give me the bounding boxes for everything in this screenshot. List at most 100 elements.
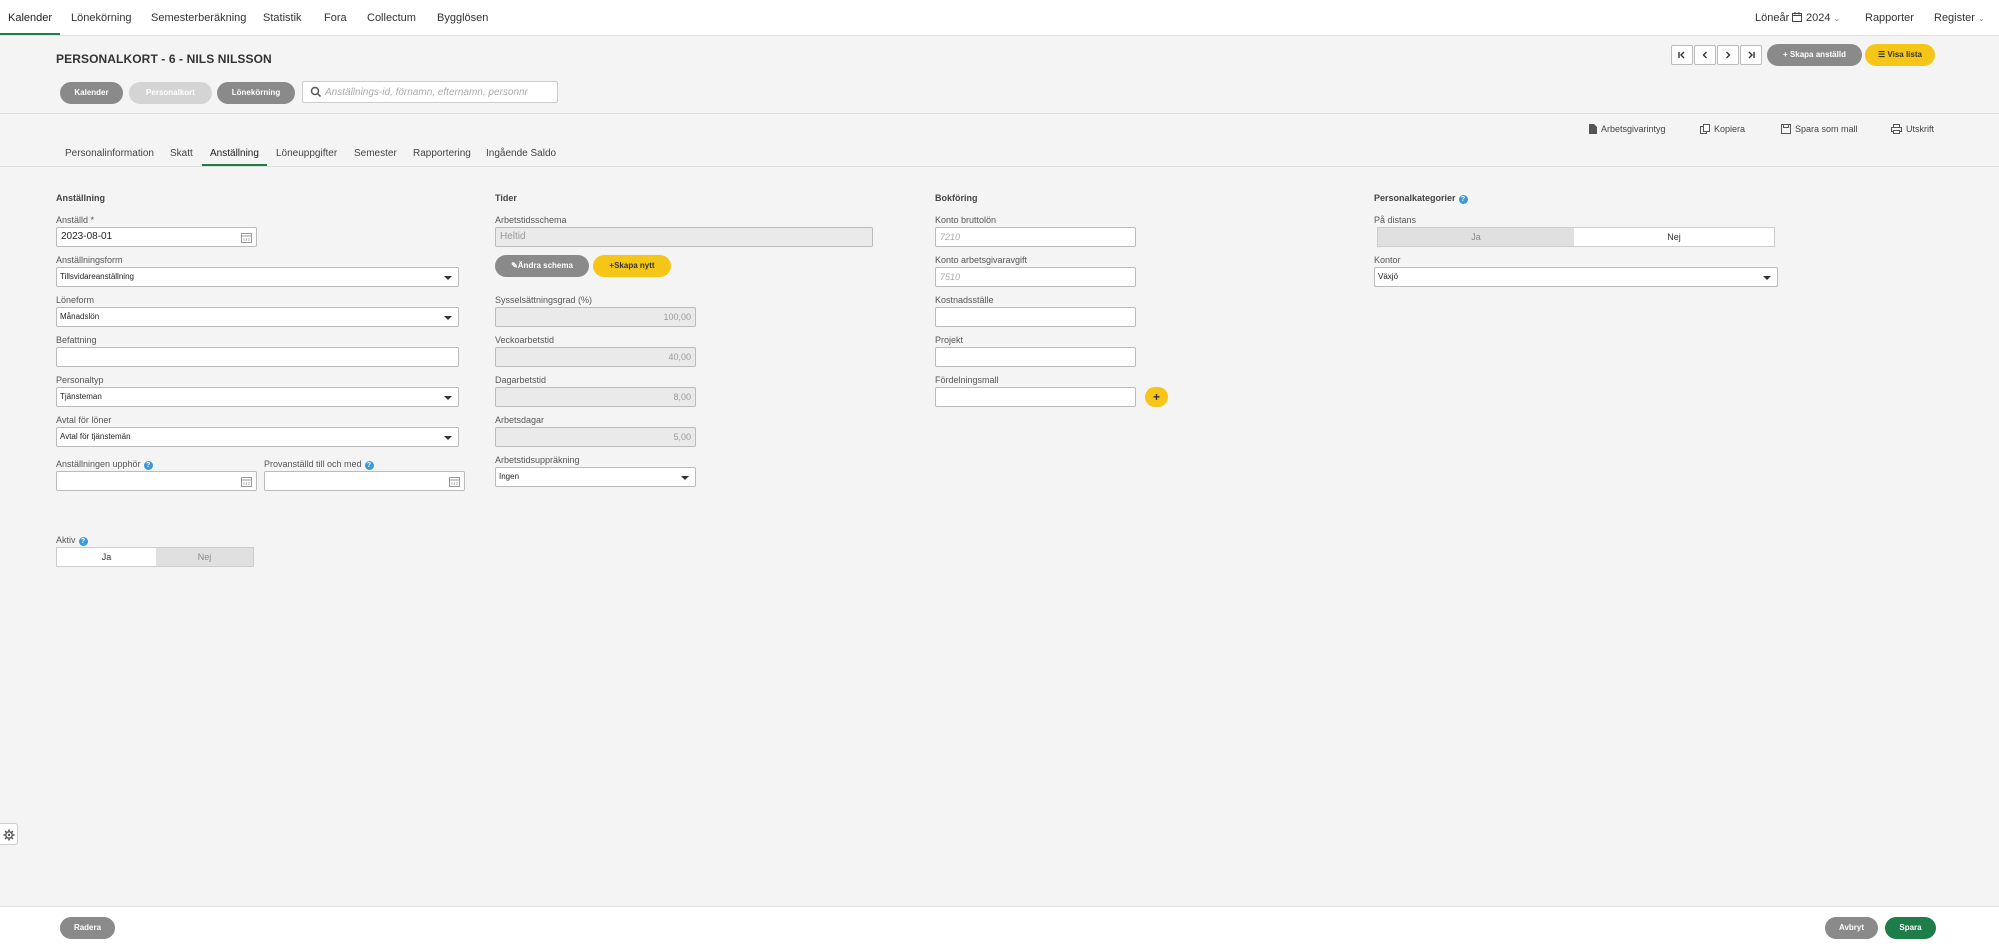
nav-rapporter[interactable]: Rapporter — [1865, 12, 1914, 24]
skapa-anstalld-label: Skapa anställd — [1789, 50, 1846, 59]
avtal-value: Avtal för tjänstemän — [60, 432, 131, 441]
personalkort-button[interactable]: Personalkort — [129, 82, 212, 104]
anstalld-date-field[interactable]: 2023-08-01 — [56, 227, 257, 247]
settings-tab[interactable] — [0, 823, 18, 845]
first-record-button[interactable] — [1671, 45, 1693, 65]
help-icon[interactable]: ? — [143, 461, 153, 470]
kontor-select[interactable]: Växjö — [1374, 267, 1778, 287]
distans-toggle: Ja Nej — [1377, 227, 1775, 247]
help-icon[interactable]: ? — [364, 461, 374, 470]
befattning-field[interactable] — [56, 347, 459, 367]
year-value: 2024 — [1806, 12, 1831, 24]
tab-loneuppgifter[interactable]: Löneuppgifter — [276, 148, 337, 159]
personaltyp-label: Personaltyp — [56, 375, 104, 385]
header-divider — [0, 113, 1999, 114]
nav-fora[interactable]: Fora — [324, 12, 347, 24]
schema-label: Arbetstidsschema — [495, 215, 567, 225]
kopiera-label: Kopiera — [1714, 124, 1746, 134]
help-icon[interactable]: ? — [1458, 195, 1468, 204]
page-title: PERSONALKORT - 6 - NILS NILSSON — [56, 52, 272, 66]
nav-active-indicator — [0, 33, 60, 35]
distans-nej-option[interactable]: Nej — [1574, 228, 1774, 246]
distans-ja-option[interactable]: Ja — [1378, 228, 1574, 246]
caret-down-icon — [1763, 276, 1771, 280]
spara-button[interactable]: Spara — [1885, 917, 1936, 939]
vecko-label: Veckoarbetstid — [495, 335, 555, 345]
register-label: Register — [1934, 12, 1975, 24]
andra-schema-button[interactable]: ✎Ändra schema — [495, 255, 589, 277]
utskrift-label: Utskrift — [1906, 124, 1934, 134]
kopiera-link[interactable]: Kopiera — [1700, 124, 1745, 134]
nav-register[interactable]: Register ⌄ — [1934, 12, 1985, 24]
nav-collectum[interactable]: Collectum — [367, 12, 416, 24]
calendar-icon[interactable] — [241, 232, 252, 243]
calendar-icon[interactable] — [449, 476, 460, 487]
provanstalld-date-field[interactable] — [264, 471, 465, 491]
plus-icon: + — [1152, 390, 1160, 404]
previous-record-button[interactable] — [1694, 45, 1716, 65]
nav-bygglosen[interactable]: Bygglösen — [437, 12, 488, 24]
nav-kalender[interactable]: Kalender — [8, 12, 52, 24]
nav-statistik[interactable]: Statistik — [263, 12, 302, 24]
copy-icon — [1700, 124, 1710, 134]
tider-section-title: Tider — [495, 193, 517, 203]
anstallningsform-select[interactable]: Tillsvidareanställning — [56, 267, 459, 287]
loneår-label: Löneår — [1755, 12, 1790, 24]
plus-icon: + — [1783, 50, 1790, 59]
fordelning-field[interactable] — [935, 387, 1136, 407]
avtal-select[interactable]: Avtal för tjänstemän — [56, 427, 459, 447]
loneform-select[interactable]: Månadslön — [56, 307, 459, 327]
aktiv-ja-option[interactable]: Ja — [57, 548, 156, 566]
fordelning-label: Fördelningsmall — [935, 375, 999, 385]
tab-anstallning[interactable]: Anställning — [210, 148, 259, 159]
print-icon — [1891, 124, 1902, 134]
skapa-anstalld-button[interactable]: + Skapa anställd — [1767, 44, 1862, 66]
radera-button[interactable]: Radera — [60, 917, 115, 939]
search-input[interactable]: Anställnings-id, förnamn, efternamn, per… — [302, 81, 558, 103]
arbetsgivarintyg-link[interactable]: Arbetsgivarintyg — [1589, 124, 1666, 134]
skapa-nytt-button[interactable]: +Skapa nytt — [593, 255, 671, 277]
kontor-value: Växjö — [1378, 272, 1399, 281]
tab-semester[interactable]: Semester — [354, 148, 397, 159]
add-fordelning-button[interactable]: + — [1145, 387, 1168, 407]
skapa-nytt-label: Skapa nytt — [614, 261, 655, 270]
avgift-field[interactable]: 7510 — [935, 267, 1136, 287]
aktiv-nej-option[interactable]: Nej — [156, 548, 253, 566]
help-icon[interactable]: ? — [78, 537, 88, 546]
tab-rapportering[interactable]: Rapportering — [413, 148, 471, 159]
last-record-button[interactable] — [1740, 45, 1762, 65]
avtal-label: Avtal för löner — [56, 415, 112, 425]
anstallningsform-value: Tillsvidareanställning — [60, 272, 134, 281]
caret-down-icon — [444, 316, 452, 320]
nav-semesterberakning[interactable]: Semesterberäkning — [151, 12, 246, 24]
brutto-field[interactable]: 7210 — [935, 227, 1136, 247]
tab-personalinformation[interactable]: Personalinformation — [65, 148, 154, 159]
tab-ingaende-saldo[interactable]: Ingående Saldo — [486, 148, 556, 159]
year-selector[interactable]: 2024 ⌄ — [1792, 12, 1840, 24]
spara-som-mall-label: Spara som mall — [1795, 124, 1858, 134]
upprakning-select[interactable]: Ingen — [495, 467, 696, 487]
arbetsgivarintyg-label: Arbetsgivarintyg — [1601, 124, 1666, 134]
footer-bar: Radera Avbryt Spara — [0, 906, 1999, 949]
utskrift-link[interactable]: Utskrift — [1891, 124, 1934, 134]
save-icon — [1781, 124, 1791, 134]
kostnad-field[interactable] — [935, 307, 1136, 327]
spara-som-mall-link[interactable]: Spara som mall — [1781, 124, 1858, 134]
visa-lista-button[interactable]: ☰ Visa lista — [1865, 44, 1935, 66]
pencil-icon: ✎ — [511, 261, 518, 270]
anstalld-label: Anställd * — [56, 215, 95, 225]
calendar-icon[interactable] — [241, 476, 252, 487]
aktiv-toggle: Ja Nej — [56, 547, 254, 567]
avbryt-button[interactable]: Avbryt — [1825, 917, 1878, 939]
lonekorning-button[interactable]: Lönekörning — [217, 82, 295, 104]
next-record-button[interactable] — [1717, 45, 1739, 65]
projekt-field[interactable] — [935, 347, 1136, 367]
search-icon — [310, 86, 322, 98]
first-icon — [1678, 51, 1685, 59]
personaltyp-select[interactable]: Tjänsteman — [56, 387, 459, 407]
caret-down-icon — [444, 276, 452, 280]
tab-skatt[interactable]: Skatt — [170, 148, 193, 159]
nav-lonekorning[interactable]: Lönekörning — [71, 12, 132, 24]
upphor-date-field[interactable] — [56, 471, 257, 491]
kalender-button[interactable]: Kalender — [60, 82, 123, 104]
